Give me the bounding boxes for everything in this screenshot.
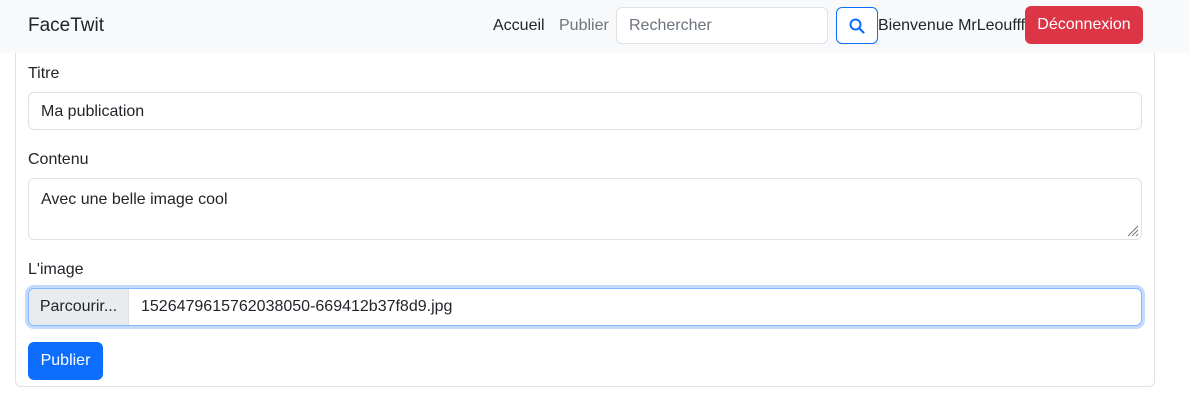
selected-filename: 1526479615762038050-669412b37f8d9.jpg bbox=[141, 298, 453, 315]
browse-button[interactable]: Parcourir... bbox=[29, 289, 129, 325]
search-icon bbox=[849, 18, 865, 34]
title-label: Titre bbox=[28, 65, 60, 82]
nav-link-publier[interactable]: Publier bbox=[559, 17, 609, 35]
logout-button[interactable]: Déconnexion bbox=[1025, 6, 1143, 44]
navbar: FaceTwit Accueil Publier Bienvenue MrLeo… bbox=[0, 0, 1189, 53]
content-text: Avec une belle image cool bbox=[41, 191, 228, 208]
nav-link-accueil[interactable]: Accueil bbox=[493, 17, 545, 35]
image-label: L'image bbox=[28, 261, 84, 278]
title-field[interactable]: Ma publication bbox=[28, 92, 1142, 130]
resize-grip-icon[interactable] bbox=[1127, 225, 1139, 237]
content-textarea[interactable]: Avec une belle image cool bbox=[28, 178, 1142, 240]
welcome-message: Bienvenue MrLeoufff bbox=[878, 17, 1026, 34]
search-input[interactable] bbox=[616, 7, 828, 44]
publish-button[interactable]: Publier bbox=[28, 342, 103, 380]
image-file-input[interactable]: Parcourir... 1526479615762038050-669412b… bbox=[28, 288, 1142, 326]
brand-logo[interactable]: FaceTwit bbox=[28, 15, 104, 37]
search-button[interactable] bbox=[836, 7, 878, 44]
content-label: Contenu bbox=[28, 151, 89, 168]
